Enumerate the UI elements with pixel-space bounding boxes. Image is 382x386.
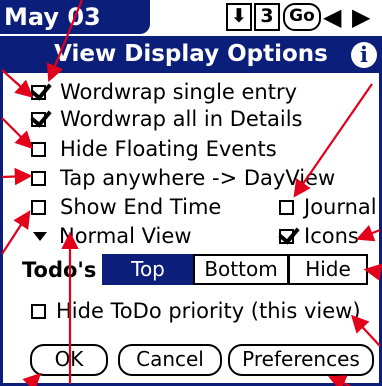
view-mode-value: Normal View [59, 224, 192, 248]
go-button[interactable]: Go [283, 3, 321, 31]
checkbox-wordwrap-single[interactable] [31, 84, 46, 100]
checkbox-icons[interactable] [279, 228, 294, 244]
option-icons[interactable]: Icons [279, 222, 359, 250]
option-hide-todo-priority[interactable]: Hide ToDo priority (this view) [31, 297, 361, 325]
option-label: Wordwrap single entry [60, 80, 298, 104]
todos-label: Todo's [22, 258, 97, 282]
todos-segment-bottom[interactable]: Bottom [193, 254, 289, 285]
option-label: Show End Time [60, 195, 222, 219]
dialog-title: View Display Options [0, 36, 382, 73]
day-number-button[interactable]: 3 [254, 3, 280, 31]
down-arrow-button[interactable]: ⬇ [226, 3, 252, 31]
option-label: Journal [304, 195, 377, 219]
option-label: Tap anywhere -> DayView [60, 166, 336, 190]
option-wordwrap-details[interactable]: Wordwrap all in Details [31, 105, 303, 133]
option-label: Wordwrap all in Details [60, 107, 303, 131]
checkbox-show-end-time[interactable] [31, 199, 46, 215]
option-label: Icons [304, 224, 359, 248]
dropdown-triangle-icon [33, 231, 47, 241]
view-mode-dropdown[interactable]: Normal View [31, 222, 192, 250]
todos-segment-top[interactable]: Top [102, 254, 194, 285]
option-journal[interactable]: Journal [279, 193, 377, 221]
checkbox-journal[interactable] [279, 199, 294, 215]
option-tap-anywhere[interactable]: Tap anywhere -> DayView [31, 164, 335, 192]
option-label: Hide Floating Events [60, 137, 277, 161]
todos-segment-hide[interactable]: Hide [288, 254, 368, 285]
next-arrow-icon[interactable]: ▶ [352, 4, 370, 30]
checkbox-wordwrap-details[interactable] [31, 111, 46, 127]
checkbox-tap-anywhere[interactable] [31, 170, 46, 186]
cancel-button[interactable]: Cancel [118, 344, 222, 376]
checkbox-hide-floating[interactable] [31, 141, 46, 157]
ok-button[interactable]: OK [30, 344, 108, 376]
option-label: Hide ToDo priority (this view) [56, 299, 361, 323]
preferences-button[interactable]: Preferences [228, 344, 374, 376]
checkbox-hide-todo-priority[interactable] [31, 303, 46, 319]
info-icon[interactable]: i [351, 42, 377, 68]
prev-arrow-icon[interactable]: ◀ [323, 4, 341, 30]
date-title[interactable]: May 03 |21 [0, 0, 150, 65]
option-wordwrap-single[interactable]: Wordwrap single entry [31, 78, 297, 106]
option-show-end-time[interactable]: Show End Time [31, 193, 221, 221]
option-hide-floating[interactable]: Hide Floating Events [31, 135, 277, 163]
